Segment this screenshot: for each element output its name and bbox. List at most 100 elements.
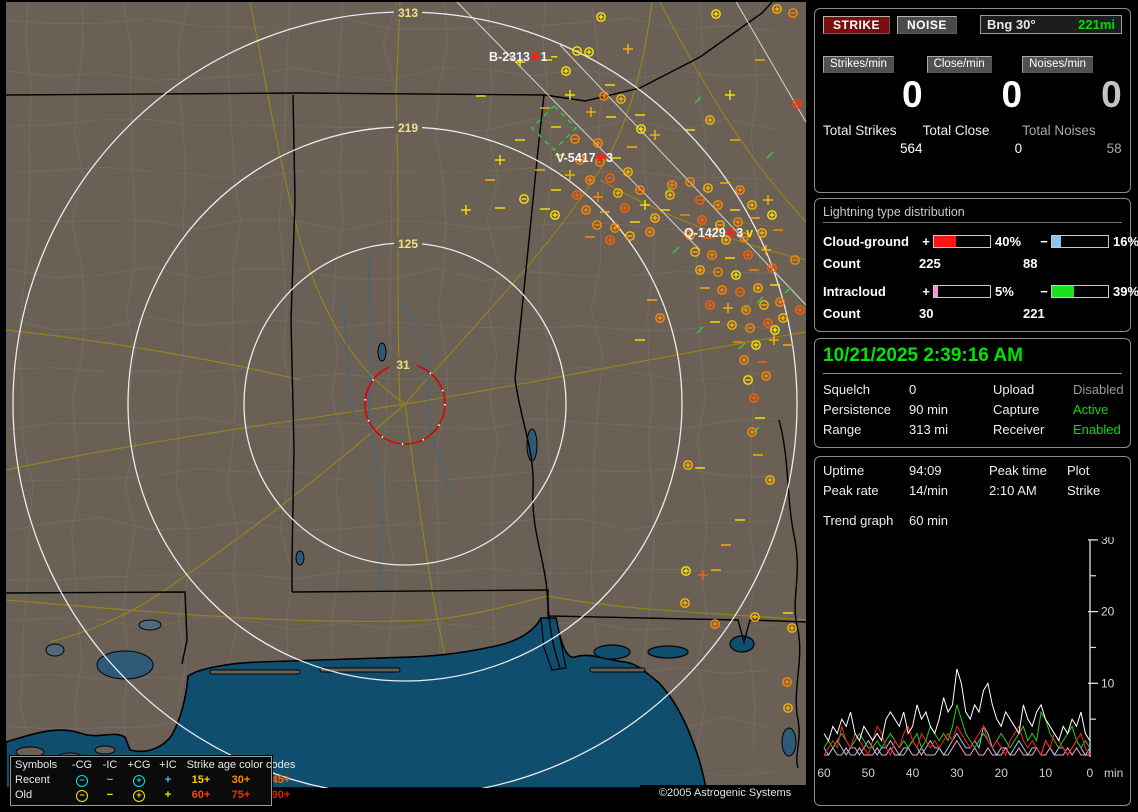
cg-minus-pct: 16% — [1113, 233, 1138, 249]
peak-rate-value: 14/min — [909, 483, 949, 498]
minus-sign: − — [1040, 233, 1048, 249]
svg-text:0: 0 — [1086, 766, 1093, 780]
svg-text:31: 31 — [396, 358, 410, 372]
cloud-ground-row: Cloud-ground + 40% − 16% — [823, 230, 1138, 252]
intracloud-count-row: Count 30 221 — [823, 302, 1122, 324]
svg-text:20: 20 — [995, 766, 1009, 780]
cg-minus-bar — [1051, 234, 1109, 248]
total-strikes-value: 564 — [900, 141, 923, 156]
close-per-min-column: Close/min 0 Total Close 0 — [922, 56, 1023, 156]
peak-rate-row: Peak rate 14/min 2:10 AM Strike — [823, 483, 1122, 503]
minus-sign: − — [1040, 283, 1048, 299]
svg-text:125: 125 — [398, 237, 418, 251]
legend-symbols-header: Symbols — [15, 759, 58, 771]
plot-label: Plot — [1067, 463, 1090, 478]
cg-minus-symbol-icon: − — [67, 788, 97, 803]
squelch-label: Squelch — [823, 382, 870, 397]
cg-plus-symbol-icon: + — [123, 773, 155, 788]
svg-text:60: 60 — [818, 766, 831, 780]
upload-status: Disabled — [1073, 382, 1124, 397]
capture-label: Capture — [993, 402, 1040, 417]
legend-icp-header: +IC — [159, 759, 177, 771]
svg-text:30: 30 — [1101, 537, 1115, 547]
ic-minus-pct: 39% — [1113, 283, 1138, 299]
peak-rate-label: Peak rate — [823, 483, 879, 498]
symbol-legend: Symbols -CG -IC +CG +IC Strike age color… — [9, 755, 295, 807]
status-row: Squelch 0 Upload Disabled — [823, 382, 1124, 402]
close-per-min-value: 0 — [1001, 74, 1023, 115]
svg-text:Q-1429✚3v: Q-1429✚3 v — [684, 226, 753, 240]
total-noises-label: Total Noises — [1022, 123, 1096, 138]
noises-per-min-column: Noises/min 0 Total Noises 58 — [1022, 56, 1122, 156]
count-label: Count — [823, 305, 861, 321]
upload-label: Upload — [993, 382, 1035, 397]
age-code-75: 75+ — [231, 789, 251, 801]
uptime-value: 94:09 — [909, 463, 942, 478]
persistence-label: Persistence — [823, 402, 891, 417]
ic-plus-count: 30 — [919, 305, 934, 321]
range-value: 313 mi — [909, 422, 949, 437]
svg-text:min: min — [1104, 766, 1123, 780]
bearing-readout: Bng 30° 221mi — [980, 15, 1122, 34]
status-row: Persistence 90 min Capture Active — [823, 402, 1122, 422]
receiver-status: Enabled — [1073, 422, 1121, 437]
trend-window-value: 60 min — [909, 513, 949, 528]
ic-plus-symbol-icon: + — [164, 774, 172, 786]
trend-graph: 10 20 30 60 50 40 30 20 10 0 min — [818, 537, 1123, 780]
counters-panel: STRIKE NOISE Bng 30° 221mi Strikes/min 0… — [814, 8, 1131, 193]
total-close-label: Total Close — [922, 123, 990, 138]
strikes-per-min-badge[interactable]: Strikes/min — [823, 56, 894, 73]
nexstorm-window: B-2313✚1− V-5417✚3 Q-1429✚3 v 31 125 219 313 S… — [0, 0, 1138, 812]
cg-plus-bar — [933, 234, 991, 248]
uptime-label: Uptime — [823, 463, 865, 478]
ic-minus-symbol-icon: − — [106, 789, 114, 801]
map-container: B-2313✚1− V-5417✚3 Q-1429✚3 v 31 125 219 313 S… — [0, 0, 812, 807]
cg-plus-count: 225 — [919, 255, 941, 271]
count-label: Count — [823, 255, 861, 271]
close-per-min-badge[interactable]: Close/min — [926, 56, 992, 73]
age-code-45: 45+ — [271, 774, 291, 786]
svg-text:10: 10 — [1101, 676, 1115, 690]
svg-text:30: 30 — [950, 766, 964, 780]
cg-plus-symbol-icon: + — [123, 788, 155, 803]
strikes-per-min-value: 0 — [901, 74, 923, 115]
receiver-label: Receiver — [993, 422, 1045, 437]
total-noises-value: 58 — [1106, 141, 1122, 156]
capture-status: Active — [1073, 402, 1109, 417]
ic-plus-bar — [933, 284, 991, 298]
intracloud-row: Intracloud + 5% − 39% — [823, 280, 1138, 302]
legend-age-title: Strike age color codes — [186, 759, 296, 771]
bearing-range-value: 221mi — [1078, 17, 1115, 32]
age-code-15: 15+ — [191, 774, 211, 786]
plus-sign: + — [922, 283, 930, 299]
age-code-30: 30+ — [231, 774, 251, 786]
datetime-display: 10/21/2025 2:39:16 AM — [823, 345, 1122, 374]
distribution-title: Lightning type distribution — [823, 205, 1122, 223]
svg-text:20: 20 — [1101, 605, 1115, 619]
copyright-text: ©2005 Astrogenic Systems — [640, 785, 810, 802]
legend-icm-header: -IC — [102, 759, 118, 771]
svg-text:10: 10 — [1039, 766, 1053, 780]
cg-minus-count: 88 — [1023, 255, 1038, 271]
ic-plus-symbol-icon: + — [164, 789, 172, 801]
distribution-panel: Lightning type distribution Cloud-ground… — [814, 198, 1138, 332]
lightning-map[interactable]: B-2313✚1 −V-5417✚3Q-1429✚3 v 31125219313 — [0, 0, 812, 792]
legend-cgm-header: -CG — [71, 759, 93, 771]
svg-text:V-5417✚3: V-5417✚3 — [556, 151, 613, 165]
cloud-ground-count-row: Count 225 88 — [823, 252, 1122, 274]
svg-text:50: 50 — [862, 766, 876, 780]
noise-button[interactable]: NOISE — [897, 15, 957, 34]
range-label: Range — [823, 422, 862, 437]
plot-value: Strike — [1067, 483, 1101, 498]
cloud-ground-label: Cloud-ground — [823, 233, 909, 249]
strikes-per-min-column: Strikes/min 0 Total Strikes 564 — [823, 56, 923, 156]
strike-button[interactable]: STRIKE — [823, 15, 891, 34]
intracloud-label: Intracloud — [823, 283, 886, 299]
trend-graph-label: Trend graph — [823, 513, 894, 528]
svg-text:40: 40 — [906, 766, 920, 780]
ic-minus-bar — [1051, 284, 1109, 298]
squelch-value: 0 — [909, 382, 917, 397]
trend-graph-row: Trend graph 60 min — [823, 513, 1122, 528]
age-code-60: 60+ — [191, 789, 211, 801]
noises-per-min-badge[interactable]: Noises/min — [1022, 56, 1094, 73]
